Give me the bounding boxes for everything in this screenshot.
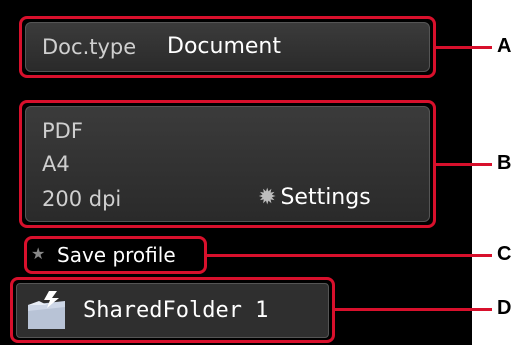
leader-line-b	[436, 163, 492, 166]
callout-letter-a: A	[497, 35, 512, 57]
leader-line-d	[335, 308, 492, 311]
callout-letter-c: C	[497, 243, 512, 265]
callout-letter-d: D	[497, 297, 512, 319]
callout-frame-d	[10, 277, 335, 343]
leader-line-c	[207, 254, 492, 257]
callout-frame-b	[19, 100, 436, 228]
callout-frame-c	[24, 236, 207, 274]
callout-letter-b: B	[497, 152, 512, 174]
leader-line-a	[436, 46, 492, 49]
callout-frame-a	[19, 16, 436, 78]
